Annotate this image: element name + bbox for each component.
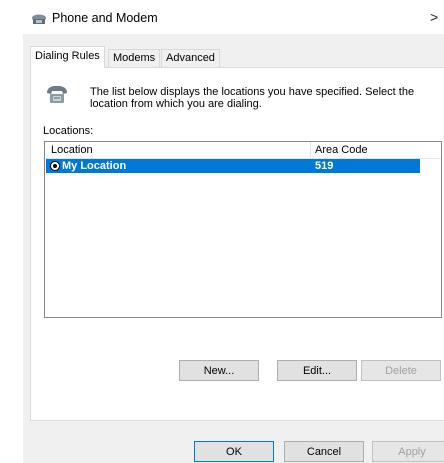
tab-modems[interactable]: Modems [108, 49, 161, 67]
selected-location-radio[interactable] [50, 161, 60, 171]
delete-button[interactable]: Delete [361, 360, 441, 381]
apply-button[interactable]: Apply [372, 441, 444, 462]
dialog-body: Dialing Rules Modems Advanced The list b… [23, 34, 444, 463]
location-area-code: 519 [315, 160, 334, 172]
edit-button[interactable]: Edit... [277, 360, 357, 381]
phone-modem-icon [31, 13, 47, 25]
list-item[interactable]: My Location 519 [46, 159, 420, 173]
tab-advanced[interactable]: Advanced [161, 49, 220, 67]
column-divider[interactable] [310, 142, 311, 158]
title-bar[interactable]: Phone and Modem > [0, 0, 444, 34]
description-text: The list below displays the locations yo… [90, 86, 415, 110]
tab-dialing-rules[interactable]: Dialing Rules [30, 46, 105, 68]
close-button[interactable]: > [430, 6, 444, 28]
locations-label: Locations: [43, 125, 94, 137]
dialing-rules-panel: The list below displays the locations yo… [30, 67, 444, 421]
list-header: Location Area Code [45, 142, 441, 159]
column-header-location[interactable]: Location [51, 144, 93, 156]
telephone-icon [45, 83, 69, 105]
ok-button[interactable]: OK [194, 441, 274, 462]
column-header-area-code[interactable]: Area Code [315, 144, 368, 156]
location-name: My Location [62, 160, 127, 172]
locations-list[interactable]: Location Area Code My Location 519 [44, 141, 442, 318]
cancel-button[interactable]: Cancel [284, 441, 364, 462]
phone-and-modem-window: Phone and Modem > Dialing Rules Modems A… [0, 0, 444, 463]
window-title: Phone and Modem [52, 11, 158, 25]
new-button[interactable]: New... [179, 360, 259, 381]
